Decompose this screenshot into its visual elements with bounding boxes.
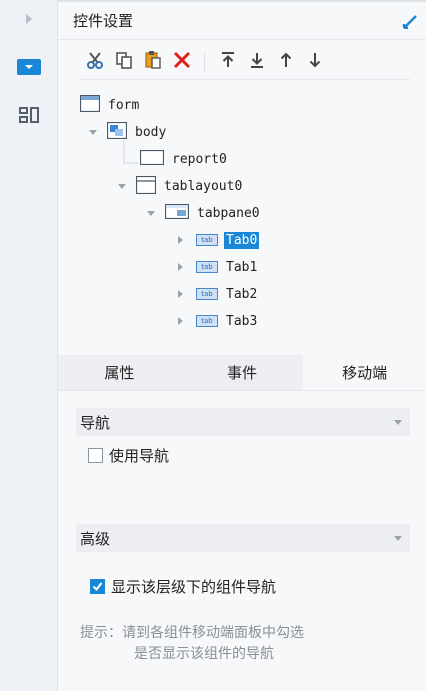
- move-up-button[interactable]: [271, 48, 300, 76]
- tab-properties[interactable]: 属性: [58, 355, 181, 390]
- collapse-panel-button[interactable]: [0, 2, 58, 36]
- tab-icon: tab: [196, 315, 218, 327]
- move-to-bottom-icon: [248, 51, 266, 72]
- tree-node-form[interactable]: form: [79, 94, 141, 116]
- move-up-icon: [277, 51, 295, 72]
- tab-icon: tab: [196, 234, 218, 246]
- tab-icon: tab: [196, 288, 218, 300]
- show-child-navigation-option[interactable]: 显示该层级下的组件导航: [90, 576, 276, 597]
- hint-line-1: 提示：请到各组件移动端面板中勾选: [80, 624, 304, 640]
- tree-node-label: Tab2: [226, 286, 258, 302]
- checkmark-icon: [92, 582, 103, 592]
- tree-node-label: Tab0: [224, 231, 260, 249]
- chevron-down-icon: [394, 536, 402, 541]
- tab-events[interactable]: 事件: [180, 355, 304, 390]
- use-navigation-option[interactable]: 使用导航: [88, 445, 169, 466]
- widget-settings-rail-button[interactable]: [0, 50, 58, 84]
- collapse-arrow-icon: [26, 14, 32, 24]
- tree-node-tab2[interactable]: tab Tab2: [178, 283, 259, 305]
- section-title: 高级: [80, 530, 111, 548]
- navigation-section-header[interactable]: 导航: [76, 408, 410, 436]
- tree-node-label: tablayout0: [164, 178, 243, 194]
- tab-mobile[interactable]: 移动端: [303, 355, 426, 390]
- section-title: 导航: [80, 414, 111, 432]
- property-tabs: 属性 事件 移动端: [58, 355, 426, 391]
- tree-node-label: body: [135, 124, 167, 140]
- checkbox-label: 显示该层级下的组件导航: [111, 579, 277, 596]
- tab-icon: tab: [196, 261, 218, 273]
- widget-settings-panel: 控件设置 form body report0 tablayout0 tabpan…: [58, 0, 426, 691]
- report-icon: [139, 149, 165, 168]
- panel-title: 控件设置: [73, 13, 134, 30]
- paste-button[interactable]: [138, 48, 167, 76]
- tree-node-tabpane0[interactable]: tabpane0: [147, 202, 262, 224]
- expand-arrow-icon[interactable]: [118, 183, 126, 189]
- tree-node-label: form: [108, 97, 140, 113]
- chevron-down-icon: [394, 420, 402, 425]
- panel-header: 控件设置: [58, 2, 426, 40]
- cut-button[interactable]: [80, 48, 109, 76]
- expand-arrow-icon[interactable]: [178, 236, 183, 244]
- delete-button[interactable]: [167, 48, 196, 76]
- move-down-icon: [306, 51, 324, 72]
- expand-arrow-icon[interactable]: [178, 317, 183, 325]
- tree-node-tab1[interactable]: tab Tab1: [178, 256, 259, 278]
- tree-node-label: report0: [172, 151, 227, 167]
- tablayout-icon: [135, 175, 157, 197]
- tree-node-tab0[interactable]: tab Tab0: [178, 229, 260, 251]
- expand-arrow-icon[interactable]: [147, 210, 155, 216]
- advanced-section-header[interactable]: 高级: [76, 524, 410, 552]
- body-icon: [106, 121, 128, 142]
- left-rail: [0, 0, 58, 691]
- move-down-button[interactable]: [300, 48, 329, 76]
- hint-line-2: 是否显示该组件的导航: [134, 645, 274, 661]
- use-navigation-checkbox[interactable]: [88, 448, 103, 463]
- tree-node-tablayout0[interactable]: tablayout0: [118, 175, 244, 197]
- form-icon: [79, 94, 101, 115]
- copy-button[interactable]: [109, 48, 138, 76]
- paste-icon: [143, 50, 163, 73]
- copy-icon: [114, 50, 134, 73]
- cut-icon: [85, 50, 105, 73]
- layout-icon: [19, 107, 39, 123]
- tree-node-body[interactable]: body: [89, 121, 168, 143]
- tree-node-label: Tab3: [226, 313, 258, 329]
- expand-arrow-icon[interactable]: [178, 263, 183, 271]
- confirm-icon[interactable]: [402, 13, 418, 32]
- checkbox-label: 使用导航: [109, 448, 170, 465]
- move-to-bottom-button[interactable]: [242, 48, 271, 76]
- move-to-top-icon: [219, 51, 237, 72]
- tree-node-label: Tab1: [226, 259, 258, 275]
- expand-arrow-icon[interactable]: [89, 129, 97, 135]
- layout-rail-button[interactable]: [0, 98, 58, 132]
- move-to-top-button[interactable]: [213, 48, 242, 76]
- hint-text: 提示：请到各组件移动端面板中勾选 是否显示该组件的导航: [80, 622, 400, 664]
- toolbar-separator: [204, 51, 205, 72]
- tree-node-tab3[interactable]: tab Tab3: [178, 310, 259, 332]
- delete-icon: [172, 50, 192, 73]
- expand-arrow-icon[interactable]: [178, 290, 183, 298]
- tabpane-icon: [164, 203, 190, 222]
- tree-node-label: tabpane0: [197, 205, 260, 221]
- show-child-navigation-checkbox[interactable]: [90, 579, 105, 594]
- widget-settings-icon: [17, 59, 41, 75]
- tree-toolbar: [80, 44, 410, 80]
- tree-node-report0[interactable]: report0: [139, 148, 229, 170]
